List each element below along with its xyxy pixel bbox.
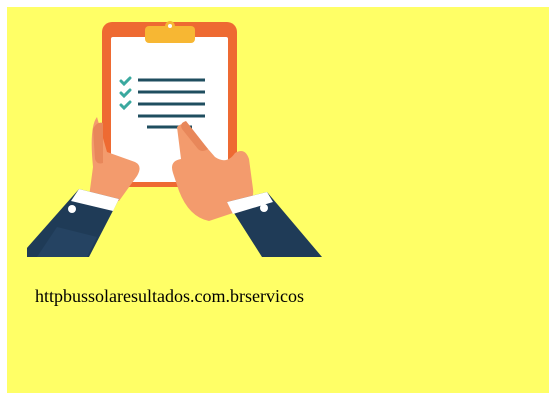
clipboard-checklist-icon xyxy=(27,21,322,257)
content-card: httpbussolaresultados.com.brservicos xyxy=(7,7,549,393)
right-sleeve xyxy=(227,192,322,257)
left-sleeve xyxy=(27,189,119,257)
url-text: httpbussolaresultados.com.brservicos xyxy=(35,286,304,306)
